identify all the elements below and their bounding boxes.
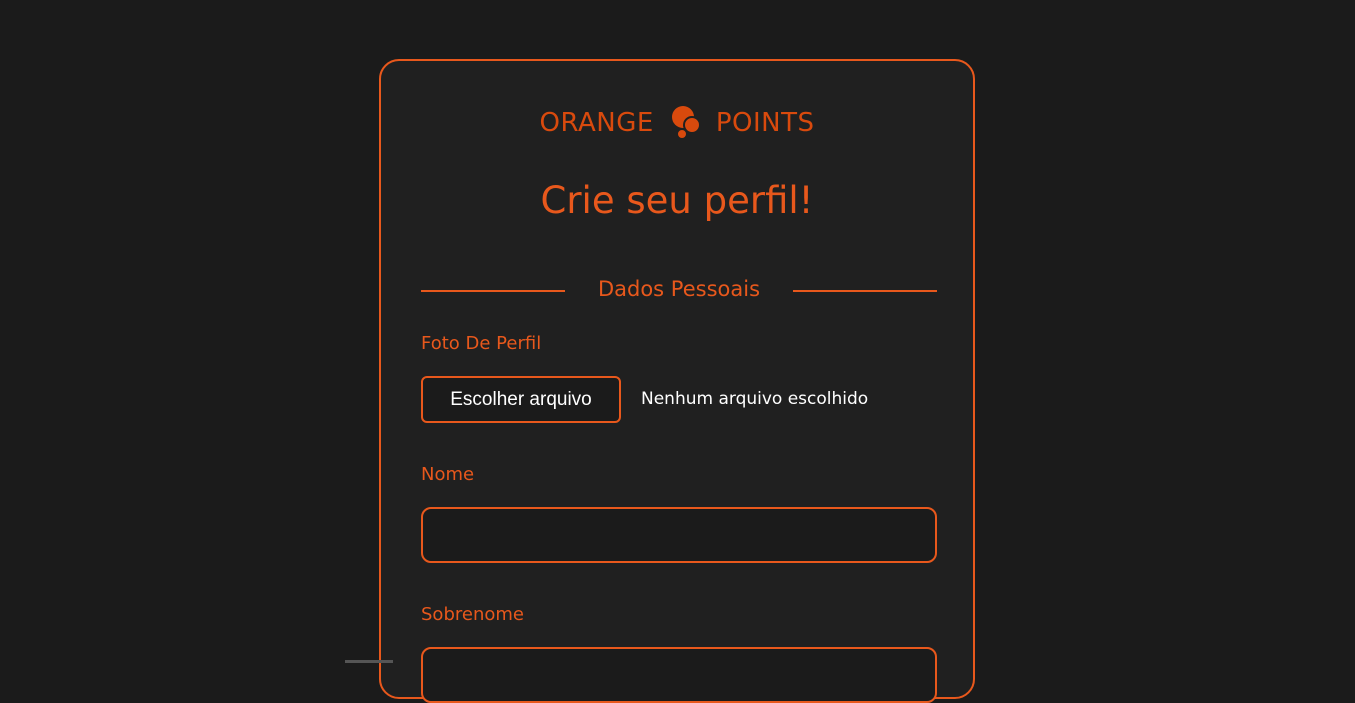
last-name-input[interactable] xyxy=(421,647,937,703)
brand-logo: ORANGE POINTS xyxy=(381,105,973,141)
section-divider: Dados Pessoais xyxy=(421,277,937,305)
divider-line-right xyxy=(793,290,937,292)
orange-dots-logo-icon xyxy=(668,105,702,141)
last-name-label: Sobrenome xyxy=(421,604,524,625)
brand-left-word: ORANGE xyxy=(539,108,654,138)
choose-file-button[interactable]: Escolher arquivo xyxy=(421,376,621,423)
file-status-text: Nenhum arquivo escolhido xyxy=(641,389,869,409)
signup-card: ORANGE POINTS Crie seu perfil! Dados Pes… xyxy=(379,59,975,703)
first-name-input[interactable] xyxy=(421,507,937,563)
first-name-label: Nome xyxy=(421,464,475,485)
brand-right-word: POINTS xyxy=(715,108,815,138)
page-title: Crie seu perfil! xyxy=(540,179,814,222)
photo-label: Foto De Perfil xyxy=(421,333,542,354)
section-title: Dados Pessoais xyxy=(597,277,761,301)
